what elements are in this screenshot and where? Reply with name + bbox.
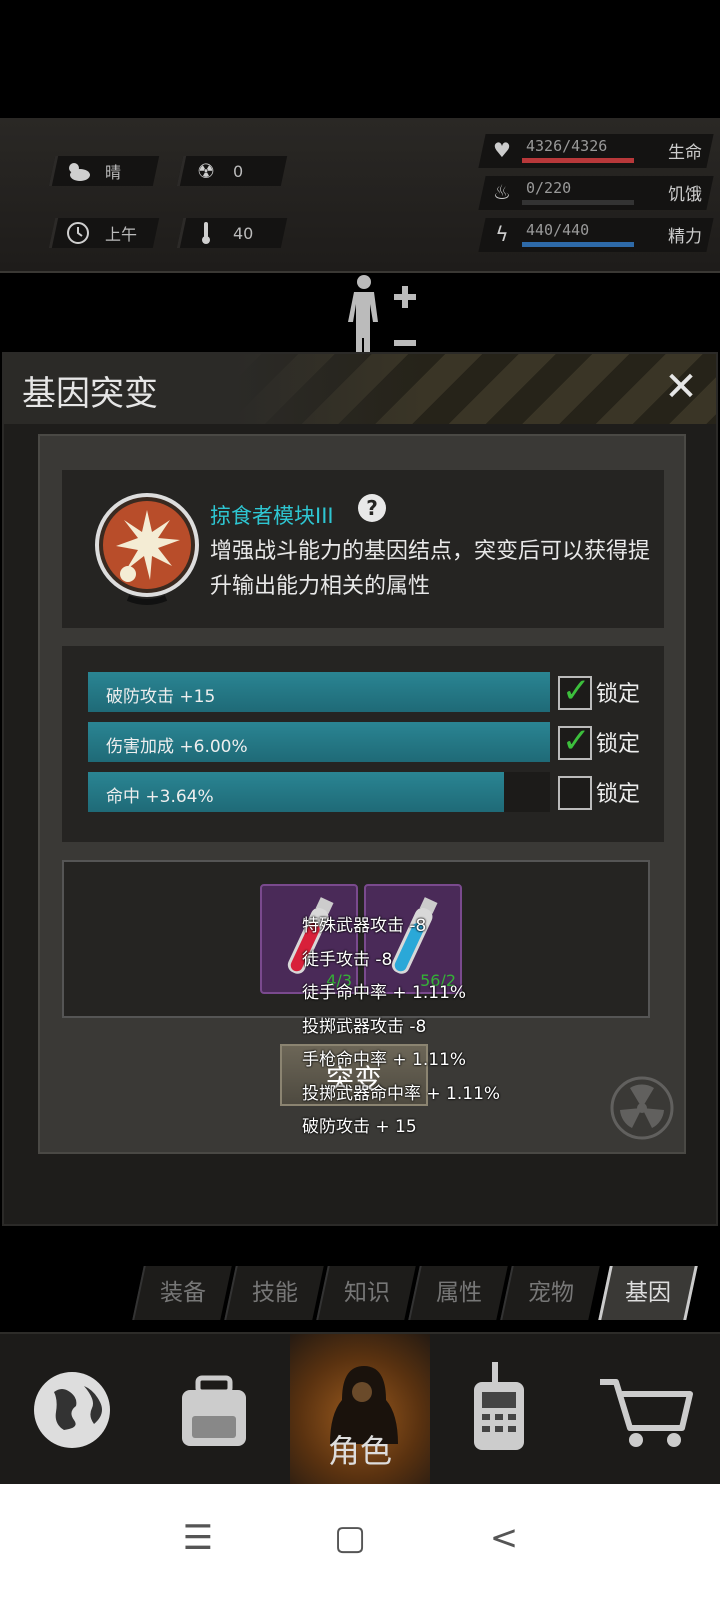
checkmark-icon: ✓ [562, 721, 591, 761]
attribute-card: 破防攻击 +15 ✓ 锁定 伤害加成 +6.00% ✓ 锁定 命中 +3.64%… [62, 646, 664, 842]
tab-pets[interactable]: 宠物 [500, 1266, 600, 1320]
item-effects-tooltip: 特殊武器攻击 -8 徒手攻击 -8 徒手命中率 + 1.11% 投掷武器攻击 -… [302, 910, 500, 1145]
lock-checkbox[interactable] [558, 776, 592, 810]
hunger-label: 饥饿 [668, 185, 702, 205]
cart-icon [600, 1379, 693, 1447]
temperature-value: 40 [233, 223, 254, 243]
help-icon[interactable]: ? [358, 494, 386, 522]
stomach-icon: ♨ [493, 180, 511, 204]
character-subtabs: 装备 技能 知识 属性 宠物 基因 [130, 1266, 700, 1320]
hunger-value: 0/220 [526, 179, 572, 197]
nav-inventory[interactable] [144, 1334, 284, 1486]
checkmark-icon: ✓ [562, 671, 591, 711]
backpack-icon [182, 1375, 246, 1446]
weather-cell: 晴 [48, 156, 160, 186]
health-bar [522, 158, 634, 163]
hunger-bar [522, 200, 634, 205]
time-cell: 上午 [48, 218, 160, 248]
tab-attributes[interactable]: 属性 [408, 1266, 508, 1320]
tab-knowledge[interactable]: 知识 [316, 1266, 416, 1320]
radiation-cell: ☢ 0 [176, 156, 288, 186]
energy-bar [522, 242, 634, 247]
nav-radio[interactable] [430, 1334, 570, 1486]
clock-icon [65, 220, 91, 246]
dialog-header: 基因突变 ✕ [4, 354, 716, 424]
radiation-icon: ☢ [197, 159, 215, 183]
lock-checkbox[interactable]: ✓ [558, 672, 592, 710]
menu-icon[interactable]: ☰ [168, 1508, 228, 1568]
bottom-nav: 角色 [0, 1332, 720, 1486]
weather-text: 晴 [105, 163, 122, 182]
tab-genes[interactable]: 基因 [598, 1266, 698, 1320]
status-hud: 晴 ☢ 0 上午 40 ♥ 4326/4326 生命 ♨ 0/220 饥饿 ϟ … [0, 118, 720, 366]
heart-icon: ♥ [493, 138, 511, 162]
energy-label: 精力 [668, 227, 702, 247]
lock-label: 锁定 [596, 682, 641, 707]
tooltip-line: 投掷武器攻击 -8 [302, 1016, 427, 1037]
attribute-row: 伤害加成 +6.00% [88, 722, 550, 762]
attribute-label: 破防攻击 +15 [106, 687, 216, 707]
tooltip-line: 破防攻击 + 15 [302, 1117, 417, 1137]
gene-name: 掠食者模块III [210, 504, 334, 528]
temperature-cell: 40 [176, 218, 288, 248]
energy-stat: ϟ 440/440 精力 [478, 218, 714, 252]
nav-character[interactable]: 角色 [290, 1334, 430, 1486]
attribute-label: 伤害加成 +6.00% [106, 737, 248, 757]
health-stat: ♥ 4326/4326 生命 [478, 134, 714, 168]
radiation-value: 0 [233, 161, 244, 181]
globe-icon [34, 1372, 110, 1448]
close-button[interactable]: ✕ [658, 364, 704, 410]
energy-icon: ϟ [495, 222, 509, 246]
nav-shop[interactable] [574, 1334, 714, 1486]
lock-checkbox[interactable]: ✓ [558, 722, 592, 760]
tab-skills[interactable]: 技能 [224, 1266, 324, 1320]
lock-label: 锁定 [596, 782, 641, 807]
attribute-row: 命中 +3.64% [88, 772, 550, 812]
radiation-watermark-icon [610, 1076, 674, 1140]
nav-world[interactable] [2, 1334, 142, 1486]
radio-icon [474, 1362, 524, 1450]
tab-equipment[interactable]: 装备 [132, 1266, 232, 1320]
back-icon[interactable]: < [474, 1508, 534, 1568]
lock-label: 锁定 [596, 732, 641, 757]
thermometer-icon [193, 220, 219, 246]
gene-description: 增强战斗能力的基因结点，突变后可以获得提升输出能力相关的属性 [210, 539, 651, 599]
system-nav-bar: ☰ ▢ < [0, 1484, 720, 1601]
tooltip-line: 投掷武器命中率 + 1.11% [302, 1083, 501, 1104]
predator-module-icon [95, 493, 199, 605]
time-text: 上午 [105, 225, 138, 244]
gene-info-card: 掠食者模块III ? 增强战斗能力的基因结点，突变后可以获得提升输出能力相关的属… [62, 470, 664, 628]
health-value: 4326/4326 [526, 137, 608, 155]
attribute-row: 破防攻击 +15 [88, 672, 550, 712]
tooltip-line: 徒手命中率 + 1.11% [302, 983, 467, 1003]
energy-value: 440/440 [526, 221, 590, 239]
home-icon[interactable]: ▢ [320, 1508, 380, 1568]
tooltip-line: 手枪命中率 + 1.11% [302, 1050, 467, 1070]
nav-character-label: 角色 [327, 1432, 392, 1470]
attribute-label: 命中 +3.64% [106, 787, 214, 807]
dialog-title: 基因突变 [22, 374, 158, 414]
tooltip-line: 特殊武器攻击 -8 [302, 916, 427, 936]
cloud-sun-icon [65, 158, 91, 184]
health-label: 生命 [668, 143, 702, 163]
tooltip-line: 徒手攻击 -8 [302, 949, 393, 970]
hunger-stat: ♨ 0/220 饥饿 [478, 176, 714, 210]
